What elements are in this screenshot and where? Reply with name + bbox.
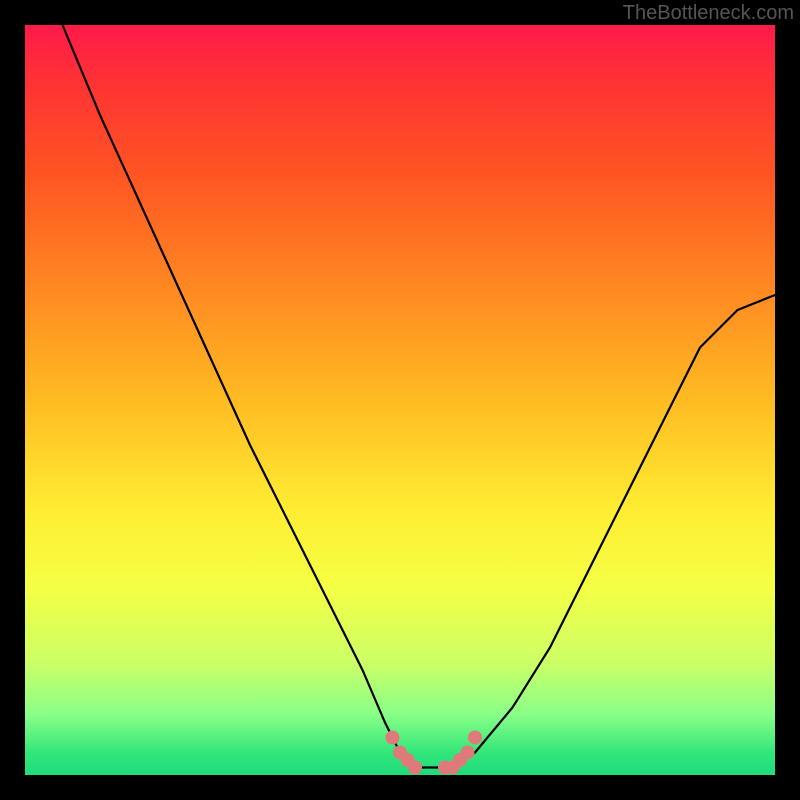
plot-area (25, 25, 775, 775)
data-marker (468, 731, 482, 745)
chart-container: TheBottleneck.com (0, 0, 800, 800)
watermark-text: TheBottleneck.com (623, 2, 794, 25)
data-marker (386, 731, 400, 745)
data-marker (461, 746, 475, 760)
markers-layer (25, 25, 775, 775)
marker-group (386, 731, 483, 775)
data-marker (408, 761, 422, 775)
